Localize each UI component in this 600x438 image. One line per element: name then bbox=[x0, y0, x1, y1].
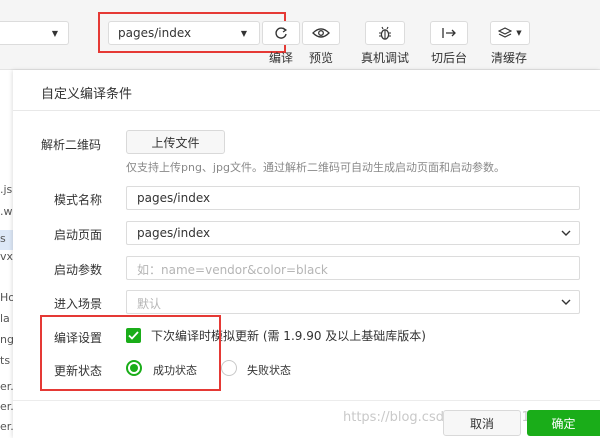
simulate-update-label: 下次编译时模拟更新 (需 1.9.90 及以上基础库版本) bbox=[151, 329, 426, 343]
list-item[interactable]: vx bbox=[0, 250, 13, 263]
list-item[interactable]: .w bbox=[0, 205, 13, 218]
scene-select[interactable]: 默认 bbox=[126, 290, 580, 314]
fail-status-radio[interactable] bbox=[221, 360, 237, 376]
list-item[interactable]: er. bbox=[0, 380, 13, 393]
list-item[interactable]: la bbox=[0, 312, 10, 325]
upload-file-button[interactable]: 上传文件 bbox=[126, 130, 225, 154]
fail-status-label: 失败状态 bbox=[247, 364, 291, 377]
ok-button[interactable]: 确定 bbox=[527, 410, 600, 436]
chevron-down-icon bbox=[561, 299, 571, 305]
start-params-label: 启动参数 bbox=[54, 263, 103, 277]
caret-down-icon: ▼ bbox=[240, 29, 247, 38]
update-status-label: 更新状态 bbox=[54, 364, 103, 378]
mode-name-input[interactable]: pages/index bbox=[126, 186, 580, 210]
list-item[interactable]: ng bbox=[0, 333, 13, 346]
caret-down-icon: ▼ bbox=[51, 29, 58, 38]
remote-debug-label: 真机调试 bbox=[361, 51, 410, 65]
start-page-value: pages/index bbox=[137, 226, 211, 240]
checkmark-icon bbox=[128, 331, 139, 340]
compile-settings-label: 编译设置 bbox=[54, 331, 103, 345]
start-page-label: 启动页面 bbox=[54, 228, 103, 242]
dialog-header: 自定义编译条件 bbox=[13, 70, 600, 111]
eye-icon bbox=[312, 28, 330, 38]
scene-label: 进入场景 bbox=[54, 297, 103, 311]
switch-background-button[interactable] bbox=[430, 21, 468, 45]
page-select-value: pages/index bbox=[118, 26, 192, 40]
list-item[interactable]: ts bbox=[0, 354, 10, 367]
compile-button[interactable] bbox=[262, 21, 300, 45]
start-params-input[interactable]: 如：name=vendor&color=black bbox=[126, 256, 580, 280]
cancel-button[interactable]: 取消 bbox=[443, 410, 521, 436]
preview-label: 预览 bbox=[309, 51, 334, 65]
list-item[interactable]: s bbox=[0, 232, 6, 245]
clear-cache-label: 清缓存 bbox=[491, 51, 528, 65]
dialog-footer-divider bbox=[13, 400, 600, 401]
list-item[interactable]: Ho bbox=[0, 291, 13, 304]
file-tree-strip: .js .w s vx Ho la ng ts er. er. er. bbox=[0, 70, 13, 438]
start-page-select[interactable]: pages/index bbox=[126, 221, 580, 245]
mode-name-label: 模式名称 bbox=[54, 193, 103, 207]
remote-debug-button[interactable] bbox=[365, 21, 405, 45]
toolbar: ▼ pages/index ▼ 编译 预览 真机调试 切后台 ▼ 清缓存 bbox=[0, 0, 600, 70]
caret-down-icon: ▼ bbox=[516, 29, 522, 37]
upload-hint: 仅支持上传png、jpg文件。通过解析二维码可自动生成启动页面和启动参数。 bbox=[126, 161, 505, 174]
page-select[interactable]: pages/index ▼ bbox=[108, 21, 260, 45]
start-params-placeholder: 如：name=vendor&color=black bbox=[137, 263, 328, 277]
success-status-label: 成功状态 bbox=[153, 364, 197, 377]
exit-arrow-icon bbox=[442, 28, 456, 38]
mode-name-value: pages/index bbox=[137, 191, 211, 205]
list-item[interactable]: er. bbox=[0, 400, 13, 413]
chevron-down-icon bbox=[561, 230, 571, 236]
list-item[interactable]: .js bbox=[0, 183, 12, 196]
clear-cache-button[interactable]: ▼ bbox=[490, 21, 530, 45]
layers-icon bbox=[498, 26, 513, 38]
project-select[interactable]: ▼ bbox=[0, 21, 69, 45]
list-item[interactable]: er. bbox=[0, 420, 13, 433]
switch-background-label: 切后台 bbox=[431, 51, 468, 65]
simulate-update-checkbox[interactable] bbox=[126, 328, 141, 343]
bug-icon bbox=[379, 26, 391, 40]
qrcode-label: 解析二维码 bbox=[41, 138, 102, 152]
refresh-icon bbox=[275, 27, 288, 39]
dialog-title: 自定义编译条件 bbox=[41, 87, 133, 102]
compile-label: 编译 bbox=[269, 51, 294, 65]
custom-compile-dialog: 自定义编译条件 解析二维码 上传文件 仅支持上传png、jpg文件。通过解析二维… bbox=[13, 70, 600, 438]
scene-placeholder: 默认 bbox=[137, 297, 162, 311]
success-status-radio[interactable] bbox=[126, 360, 142, 376]
preview-button[interactable] bbox=[302, 21, 340, 45]
